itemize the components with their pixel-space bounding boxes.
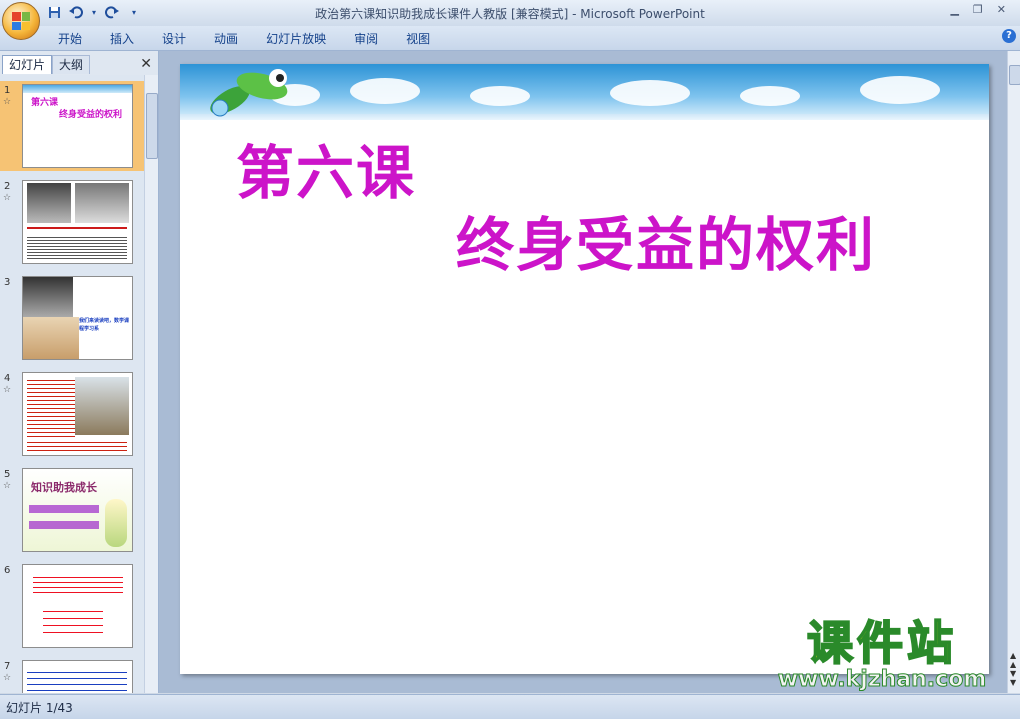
watermark-url: www.kjzhan.com xyxy=(777,667,987,692)
slide-thumbnail-7[interactable]: 7 ☆ xyxy=(0,657,144,693)
slide-number: 5 xyxy=(4,469,11,480)
slide-title-line2[interactable]: 终身受益的权利 xyxy=(456,198,876,282)
slide-thumbnail-5[interactable]: 5 ☆ 知识助我成长 xyxy=(0,465,144,555)
ribbon: 开始 插入 设计 动画 幻灯片放映 审阅 视图 ? xyxy=(0,26,1020,51)
thumbnail-image: 第六课 终身受益的权利 xyxy=(22,84,133,168)
tab-insert[interactable]: 插入 xyxy=(110,30,134,47)
animation-icon: ☆ xyxy=(3,481,12,491)
pane-tabs: 幻灯片 大纲 ✕ xyxy=(0,53,158,74)
slide-thumbnail-2[interactable]: 2 ☆ xyxy=(0,177,144,267)
tab-review[interactable]: 审阅 xyxy=(354,30,378,47)
watermark-logo: 课件站 www.kjzhan.com xyxy=(764,616,1000,692)
thumb-title-line1: 第六课 xyxy=(31,98,59,108)
tab-outline[interactable]: 大纲 xyxy=(52,55,91,74)
thumb-caption: 我们来读读吧，数学课程学习系 xyxy=(79,318,130,332)
restore-icon[interactable]: ❐ xyxy=(973,3,983,16)
current-slide[interactable]: 第六课 终身受益的权利 xyxy=(180,64,989,674)
ribbon-tabs: 开始 插入 设计 动画 幻灯片放映 审阅 视图 xyxy=(58,30,458,47)
slides-pane: 幻灯片 大纲 ✕ 1 ☆ 第六课 终身受益的权利 2 ☆ 3 我们来读读吧，数学… xyxy=(0,51,159,693)
slide-thumbnail-4[interactable]: 4 ☆ xyxy=(0,369,144,459)
thumbnail-image: 我们来读读吧，数学课程学习系 xyxy=(22,276,133,360)
slide-number: 4 xyxy=(4,373,11,384)
slide-thumbnail-3[interactable]: 3 我们来读读吧，数学课程学习系 xyxy=(0,273,144,363)
slide-number: 1 xyxy=(4,85,11,96)
help-icon[interactable]: ? xyxy=(1002,29,1016,43)
close-icon[interactable]: ✕ xyxy=(997,3,1006,16)
minimize-icon[interactable]: ▁ xyxy=(950,3,958,16)
thumbnail-scrollbar[interactable] xyxy=(144,75,158,693)
tab-slideshow[interactable]: 幻灯片放映 xyxy=(266,30,326,47)
slide-number: 7 xyxy=(4,661,11,672)
thumbnail-image: 知识助我成长 xyxy=(22,468,133,552)
thumbnail-image xyxy=(22,180,133,264)
scrollbar-thumb[interactable] xyxy=(1009,65,1020,85)
tab-animation[interactable]: 动画 xyxy=(214,30,238,47)
office-button[interactable] xyxy=(2,2,40,40)
close-icon[interactable]: ✕ xyxy=(140,56,152,72)
tab-design[interactable]: 设计 xyxy=(162,30,186,47)
editor-scrollbar[interactable]: ▲ ▲ ▼ ▼ xyxy=(1007,51,1020,693)
leaf-cartoon-icon xyxy=(210,69,288,117)
thumbnail-list: 1 ☆ 第六课 终身受益的权利 2 ☆ 3 我们来读读吧，数学课程学习系 4 ☆… xyxy=(0,75,144,693)
thumbnail-image xyxy=(22,660,133,693)
animation-icon: ☆ xyxy=(3,673,12,683)
animation-icon: ☆ xyxy=(3,385,12,395)
status-bar: 幻灯片 1/43 xyxy=(0,694,1020,719)
tab-home[interactable]: 开始 xyxy=(58,30,82,47)
window-controls: ▁ ❐ ✕ xyxy=(950,3,1006,16)
office-logo-icon xyxy=(12,12,30,30)
thumb-title-line2: 终身受益的权利 xyxy=(59,110,123,120)
slide-thumbnail-1[interactable]: 1 ☆ 第六课 终身受益的权利 xyxy=(0,81,144,171)
watermark-text: 课件站 xyxy=(806,616,957,670)
page-nav-icon[interactable]: ▲ ▲ ▼ ▼ xyxy=(1010,651,1016,687)
thumbnail-image xyxy=(22,372,133,456)
slide-number: 6 xyxy=(4,565,11,576)
title-bar: ▾ ▾ 政治第六课知识助我成长课件人教版 [兼容模式] - Microsoft … xyxy=(0,0,1020,40)
animation-icon: ☆ xyxy=(3,193,12,203)
animation-icon: ☆ xyxy=(3,97,12,107)
tab-slides[interactable]: 幻灯片 xyxy=(2,55,53,74)
tab-view[interactable]: 视图 xyxy=(406,30,430,47)
scrollbar-thumb[interactable] xyxy=(146,93,158,159)
window-title: 政治第六课知识助我成长课件人教版 [兼容模式] - Microsoft Powe… xyxy=(315,7,705,21)
slide-indicator: 幻灯片 1/43 xyxy=(6,701,73,715)
slide-thumbnail-6[interactable]: 6 xyxy=(0,561,144,651)
slide-number: 3 xyxy=(4,277,11,288)
slide-number: 2 xyxy=(4,181,11,192)
slide-title-line1[interactable]: 第六课 xyxy=(236,126,416,210)
thumb-heading: 知识助我成长 xyxy=(31,481,97,494)
thumbnail-image xyxy=(22,564,133,648)
